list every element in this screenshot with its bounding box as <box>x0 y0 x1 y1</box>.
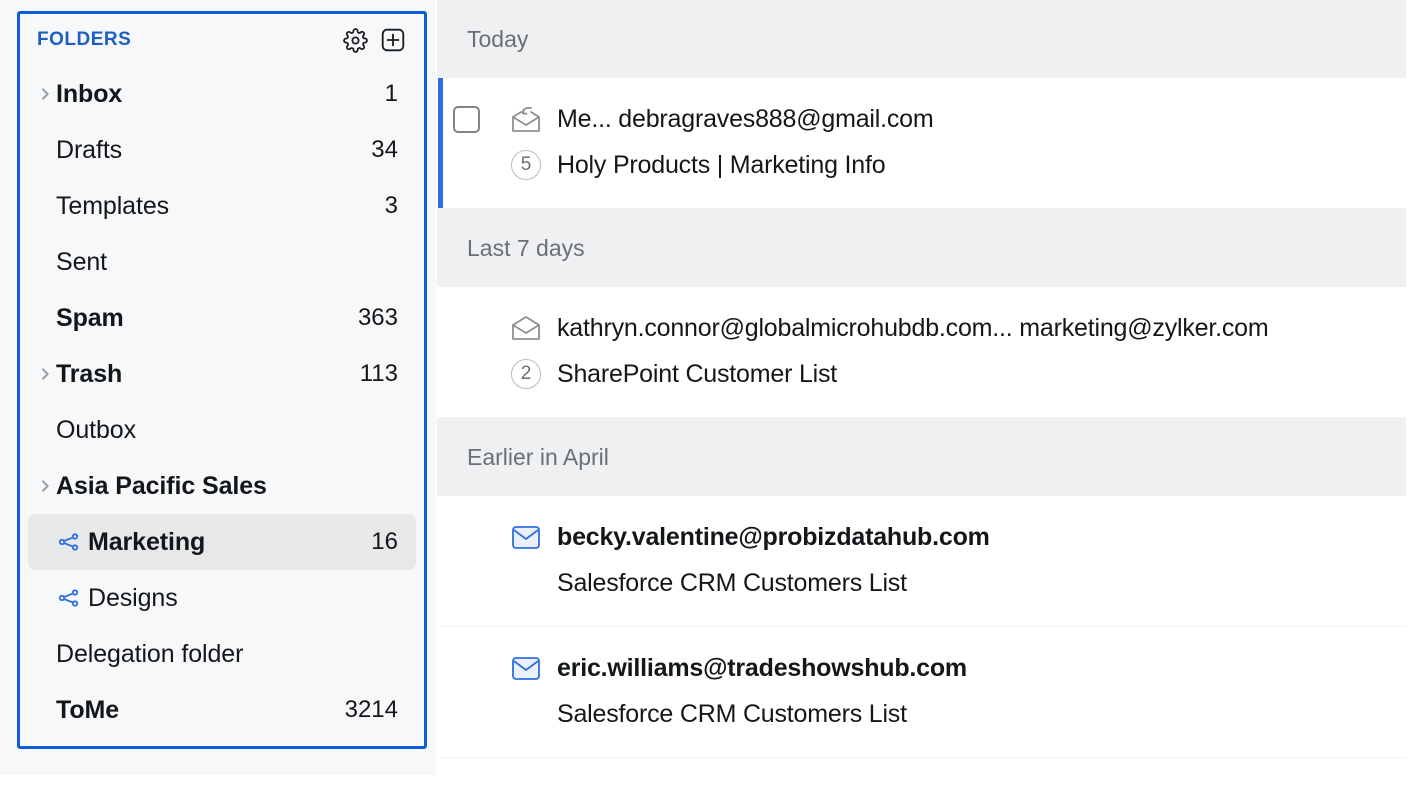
sidebar-item-trash[interactable]: Trash 113 <box>28 346 416 402</box>
folders-header-actions <box>342 27 406 53</box>
email-row[interactable]: Me... debragraves888@gmail.com 5 Holy Prod… <box>437 78 1406 209</box>
thread-count-value: 2 <box>511 359 541 389</box>
sidebar-item-label: Designs <box>88 584 178 613</box>
email-sender: becky.valentine@probizdatahub.com <box>557 523 990 552</box>
email-sender: kathryn.connor@globalmicrohubdb.com... m… <box>557 314 1268 343</box>
sidebar-item-marketing[interactable]: Marketing 16 <box>28 514 416 570</box>
email-group-header: Today <box>437 0 1406 78</box>
envelope-reply-icon[interactable] <box>495 104 557 134</box>
share-icon <box>56 530 82 554</box>
chevron-right-icon[interactable] <box>34 366 56 382</box>
email-select-checkbox[interactable] <box>437 106 495 133</box>
plus-box-icon[interactable] <box>380 27 406 53</box>
sidebar-item-asia-pacific-sales[interactable]: Asia Pacific Sales <box>28 458 416 514</box>
thread-count-value: 5 <box>511 150 541 180</box>
sidebar-item-designs[interactable]: Designs <box>28 570 416 626</box>
sidebar-item-label: Sent <box>56 248 107 277</box>
email-subject: Salesforce CRM Customers List <box>557 569 907 598</box>
sidebar-item-count: 34 <box>371 136 402 164</box>
sidebar-item-label: Outbox <box>56 416 136 445</box>
email-subject: Holy Products | Marketing Info <box>557 151 885 180</box>
folders-panel: FOLDERS <box>17 11 427 749</box>
email-sender: Me... debragraves888@gmail.com <box>557 105 934 134</box>
envelope-open-icon[interactable] <box>495 314 557 342</box>
mail-client-window: FOLDERS <box>0 0 1414 788</box>
sidebar-item-count: 1 <box>385 80 402 108</box>
email-subject: SharePoint Customer List <box>557 360 837 389</box>
chevron-right-icon[interactable] <box>34 86 56 102</box>
folders-header: FOLDERS <box>20 14 424 66</box>
sidebar-item-spam[interactable]: Spam 363 <box>28 290 416 346</box>
sidebar-item-drafts[interactable]: Drafts 34 <box>28 122 416 178</box>
sidebar-item-count: 113 <box>360 360 402 388</box>
chevron-right-icon[interactable] <box>34 478 56 494</box>
sidebar-item-label: Drafts <box>56 136 122 165</box>
thread-count-badge: 2 <box>495 359 557 389</box>
sidebar-item-label: Trash <box>56 360 122 389</box>
envelope-closed-icon[interactable] <box>495 524 557 551</box>
sidebar-item-tome[interactable]: ToMe 3214 <box>28 682 416 738</box>
sidebar-item-count: 363 <box>358 304 402 332</box>
sidebar-item-outbox[interactable]: Outbox <box>28 402 416 458</box>
sidebar-item-delegation-folder[interactable]: Delegation folder <box>28 626 416 682</box>
email-subject: Salesforce CRM Customers List <box>557 700 907 729</box>
envelope-closed-icon[interactable] <box>495 655 557 682</box>
share-icon <box>56 586 82 610</box>
sidebar-item-label: Templates <box>56 192 169 221</box>
sidebar-item-sent[interactable]: Sent <box>28 234 416 290</box>
sidebar-item-label: Delegation folder <box>56 640 243 669</box>
sidebar-item-label: ToMe <box>56 696 119 725</box>
sidebar-item-label: Inbox <box>56 80 122 109</box>
thread-count-badge: 5 <box>495 150 557 180</box>
folders-title: FOLDERS <box>37 29 131 51</box>
email-list-panel: Today Me... debragraves888@gmail.com 5 Holy… <box>437 0 1406 788</box>
sidebar-item-label: Asia Pacific Sales <box>56 472 267 501</box>
folders-sidebar: FOLDERS <box>0 0 436 775</box>
email-group-header: Earlier in April <box>437 418 1406 496</box>
email-row[interactable]: customerzat@boscustweb3405.eigbox.netPos… <box>437 758 1406 788</box>
sidebar-item-count: 3214 <box>345 696 402 724</box>
sidebar-item-inbox[interactable]: Inbox 1 <box>28 66 416 122</box>
email-row[interactable]: becky.valentine@probizdatahub.com Salesfo… <box>437 496 1406 627</box>
sidebar-item-templates[interactable]: Templates 3 <box>28 178 416 234</box>
email-row[interactable]: kathryn.connor@globalmicrohubdb.com... m… <box>437 287 1406 418</box>
email-sender: customerzat@boscustweb3405.eigbox.net <box>557 785 1053 788</box>
folder-list: Inbox 1 Drafts 34 Templates 3 Sent Spam 363 Trash… <box>20 66 424 738</box>
sidebar-item-count: 16 <box>371 528 402 556</box>
sidebar-item-label: Marketing <box>88 528 205 557</box>
sidebar-item-count: 3 <box>385 192 402 220</box>
email-sender: eric.williams@tradeshowshub.com <box>557 654 967 683</box>
email-group-header: Last 7 days <box>437 209 1406 287</box>
sidebar-item-label: Spam <box>56 304 124 333</box>
email-row[interactable]: eric.williams@tradeshowshub.com Salesforc… <box>437 627 1406 758</box>
gear-icon[interactable] <box>342 27 368 53</box>
